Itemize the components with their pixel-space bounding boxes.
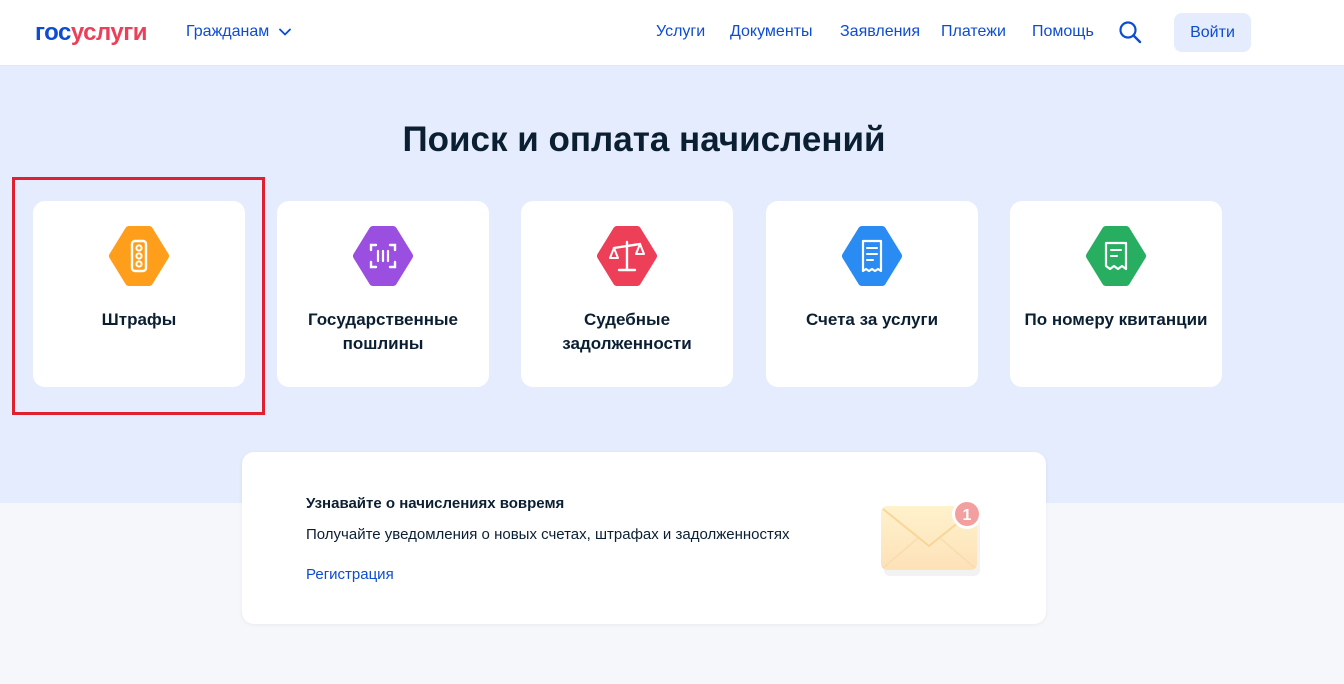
bill-icon bbox=[842, 226, 902, 286]
notification-text: Получайте уведомления о новых счетах, шт… bbox=[306, 526, 790, 543]
notification-banner: Узнавайте о начислениях вовремя Получайт… bbox=[242, 452, 1046, 624]
site-header: госуслуги Гражданам Услуги Документы Зая… bbox=[0, 0, 1344, 66]
card-utility-bills[interactable]: Счета за услуги bbox=[766, 201, 978, 387]
card-court-debts[interactable]: Судебные задолженности bbox=[521, 201, 733, 387]
card-court-debts-label: Судебные задолженности bbox=[562, 310, 692, 353]
notification-badge-count: 1 bbox=[963, 507, 972, 524]
card-fines-label: Штрафы bbox=[101, 310, 177, 329]
nav-item-dokumenty[interactable]: Документы bbox=[730, 22, 812, 42]
card-receipt-number[interactable]: По номеру квитанции bbox=[1010, 201, 1222, 387]
receipt-icon bbox=[1086, 226, 1146, 286]
registration-link[interactable]: Регистрация bbox=[306, 566, 394, 584]
nav-item-uslugi[interactable]: Услуги bbox=[656, 22, 705, 42]
main-nav: Услуги Документы Заявления Платежи Помощ… bbox=[0, 22, 1344, 42]
search-icon[interactable] bbox=[1118, 20, 1142, 44]
envelope-icon: 1 bbox=[881, 499, 982, 576]
scan-receipt-icon bbox=[353, 226, 413, 286]
card-fines[interactable]: Штрафы bbox=[33, 201, 245, 387]
card-utility-bills-label: Счета за услуги bbox=[805, 310, 939, 329]
notification-title: Узнавайте о начислениях вовремя bbox=[306, 495, 565, 512]
login-button[interactable]: Войти bbox=[1174, 13, 1251, 52]
card-receipt-number-label: По номеру квитанции bbox=[1024, 310, 1208, 329]
nav-item-pomoshch[interactable]: Помощь bbox=[1032, 22, 1094, 42]
page-title: Поиск и оплата начислений bbox=[402, 120, 886, 159]
card-state-duties[interactable]: Государственные пошлины bbox=[277, 201, 489, 387]
traffic-light-icon bbox=[109, 226, 169, 286]
scales-icon bbox=[597, 226, 657, 286]
card-state-duties-label: Государственные пошлины bbox=[307, 310, 459, 353]
nav-item-platezhi[interactable]: Платежи bbox=[941, 22, 1006, 42]
nav-item-zayavleniya[interactable]: Заявления bbox=[840, 22, 920, 42]
